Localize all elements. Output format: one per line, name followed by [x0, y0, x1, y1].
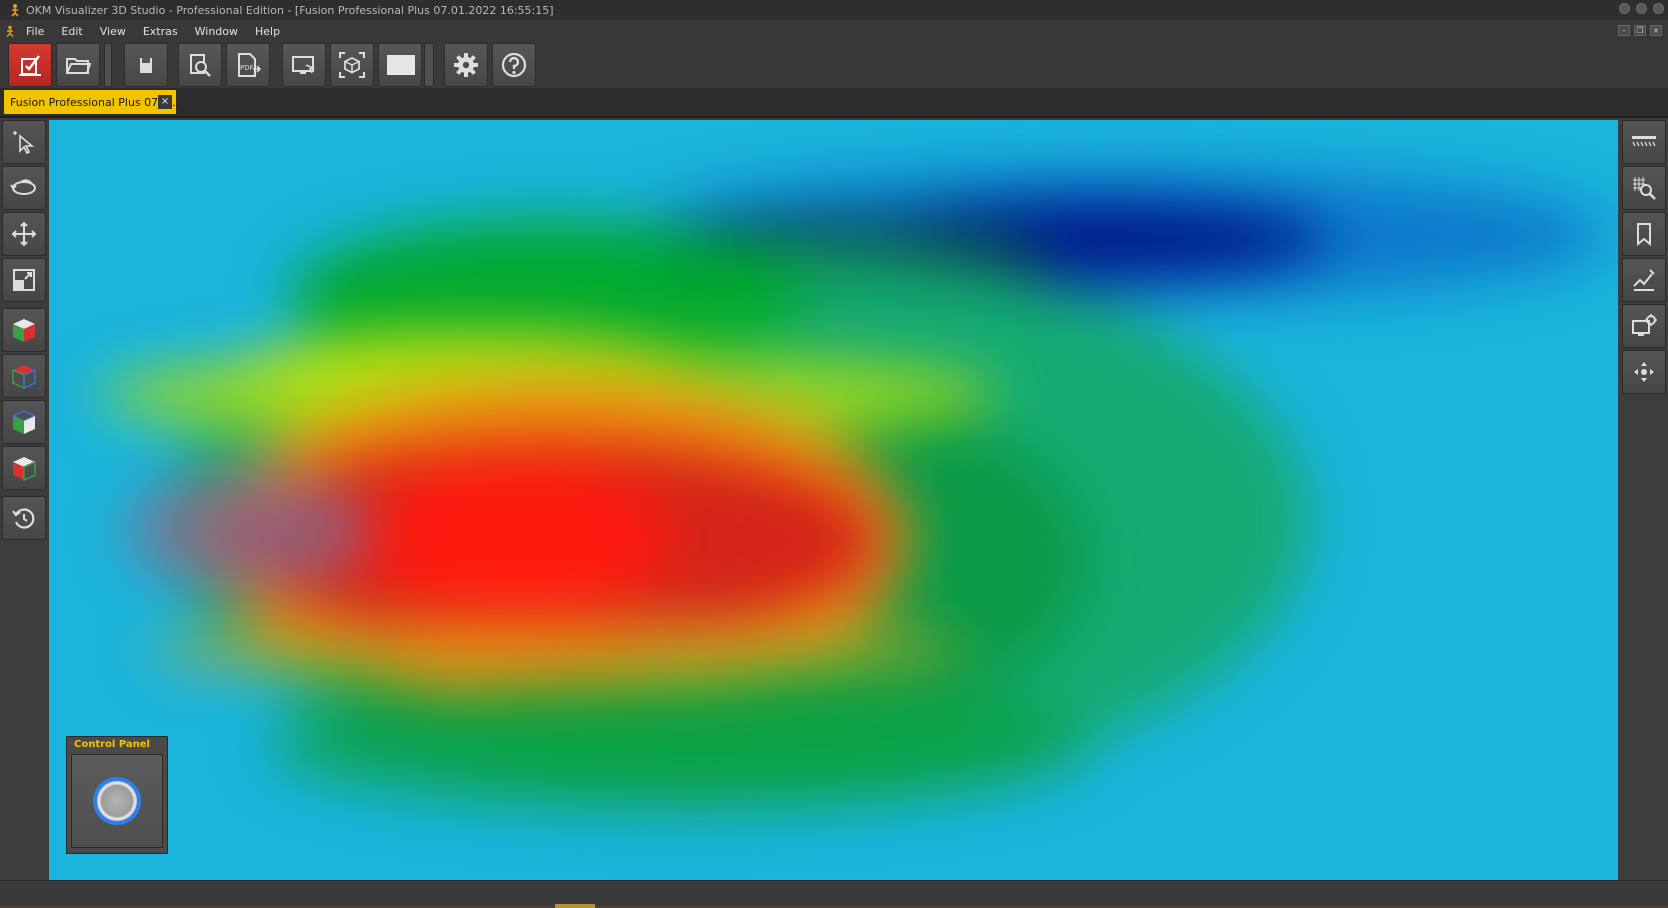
cube-view-button[interactable]	[2, 308, 46, 352]
control-panel-title: Control Panel	[74, 739, 150, 750]
top-view-button[interactable]	[2, 354, 46, 398]
zoom-scale-icon	[13, 269, 35, 291]
close-tab-button[interactable]: ×	[158, 95, 172, 109]
move-tool-button[interactable]	[2, 212, 46, 256]
main-toolbar: PDF	[0, 42, 1668, 89]
help-button[interactable]	[492, 43, 536, 87]
okm-figure-icon	[11, 4, 19, 17]
window-controls	[1619, 3, 1664, 14]
save-disk-icon	[140, 58, 152, 73]
svg-text:PDF: PDF	[240, 64, 254, 72]
menu-bar: File Edit View Extras Window Help – ❐ ×	[0, 20, 1668, 42]
export-pdf-icon: PDF	[238, 53, 262, 77]
save-button[interactable]	[124, 43, 168, 87]
okm-small-icon	[6, 25, 14, 37]
right-toolbar	[1619, 118, 1668, 880]
bookmark-button[interactable]	[1622, 212, 1666, 256]
move-icon	[11, 221, 37, 247]
rotate-icon	[10, 179, 36, 195]
export-pdf-button[interactable]: PDF	[226, 43, 270, 87]
measure-button[interactable]	[1622, 258, 1666, 302]
3d-scan-viewport[interactable]	[49, 120, 1618, 880]
reset-view-icon	[12, 508, 35, 529]
view-settings-button[interactable]	[1622, 304, 1666, 348]
document-tab-label: Fusion Professional Plus 07.0...	[10, 95, 180, 109]
navigation-joystick[interactable]	[93, 777, 141, 825]
zoom-tool-button[interactable]	[2, 258, 46, 302]
menu-edit[interactable]: Edit	[55, 25, 93, 38]
toolbar-separator	[104, 43, 112, 87]
surface-grid-icon	[1632, 136, 1656, 147]
status-bar	[0, 880, 1668, 908]
title-bar: OKM Visualizer 3D Studio - Professional …	[0, 0, 1668, 20]
3d-view-button[interactable]	[330, 43, 374, 87]
document-tab[interactable]: Fusion Professional Plus 07.0... ×	[4, 90, 180, 114]
view-settings-icon	[1632, 314, 1657, 336]
cube-view-icon	[13, 319, 35, 342]
settings-gear-icon	[454, 53, 478, 77]
status-progress-marker	[555, 904, 595, 908]
select-tool-button[interactable]	[2, 120, 46, 164]
front-view-button[interactable]	[2, 446, 46, 490]
surface-grid-button[interactable]	[1622, 120, 1666, 164]
doc-close-button[interactable]: ×	[1650, 25, 1662, 36]
rotate-tool-button[interactable]	[2, 166, 46, 210]
help-icon	[501, 52, 527, 78]
close-window-button[interactable]	[1653, 3, 1664, 14]
control-panel: Control Panel	[66, 736, 168, 854]
front-view-icon	[13, 457, 36, 482]
menu-view[interactable]: View	[94, 25, 137, 38]
screenshot-icon	[292, 56, 316, 74]
menu-window[interactable]: Window	[189, 25, 249, 38]
background-color-button[interactable]	[378, 43, 422, 87]
open-file-button[interactable]	[56, 43, 100, 87]
3d-cube-view-icon	[339, 52, 365, 78]
bookmark-icon	[1637, 223, 1651, 247]
search-document-button[interactable]	[178, 43, 222, 87]
side-view-icon	[11, 410, 37, 434]
document-window-controls: – ❐ ×	[1618, 25, 1662, 36]
measure-icon	[1633, 269, 1655, 291]
search-document-icon	[190, 54, 211, 77]
left-toolbar	[0, 118, 49, 880]
zoom-grid-icon	[1633, 177, 1656, 200]
side-view-button[interactable]	[2, 400, 46, 444]
window-title: OKM Visualizer 3D Studio - Professional …	[26, 3, 554, 17]
control-panel-box	[71, 754, 163, 848]
document-tab-bar: Fusion Professional Plus 07.0... ×	[0, 88, 1668, 118]
settings-button[interactable]	[444, 43, 488, 87]
top-view-icon	[12, 365, 36, 390]
navigation-cross-icon	[1634, 362, 1654, 382]
background-color-icon	[387, 55, 415, 75]
select-pointer-icon	[13, 131, 35, 155]
doc-restore-button[interactable]: ❐	[1634, 25, 1646, 36]
menu-extras[interactable]: Extras	[137, 25, 189, 38]
background-color-dropdown[interactable]	[424, 43, 434, 87]
maximize-window-button[interactable]	[1636, 3, 1647, 14]
menu-help[interactable]: Help	[249, 25, 291, 38]
scan-heatmap	[49, 120, 1618, 880]
menu-file[interactable]: File	[20, 25, 55, 38]
new-scan-icon	[19, 55, 41, 76]
doc-minimize-button[interactable]: –	[1618, 25, 1630, 36]
navigation-button[interactable]	[1622, 350, 1666, 394]
reset-view-button[interactable]	[2, 496, 46, 540]
new-scan-button[interactable]	[8, 43, 52, 87]
open-folder-icon	[66, 58, 92, 74]
zoom-grid-button[interactable]	[1622, 166, 1666, 210]
screenshot-button[interactable]	[282, 43, 326, 87]
minimize-window-button[interactable]	[1619, 3, 1630, 14]
